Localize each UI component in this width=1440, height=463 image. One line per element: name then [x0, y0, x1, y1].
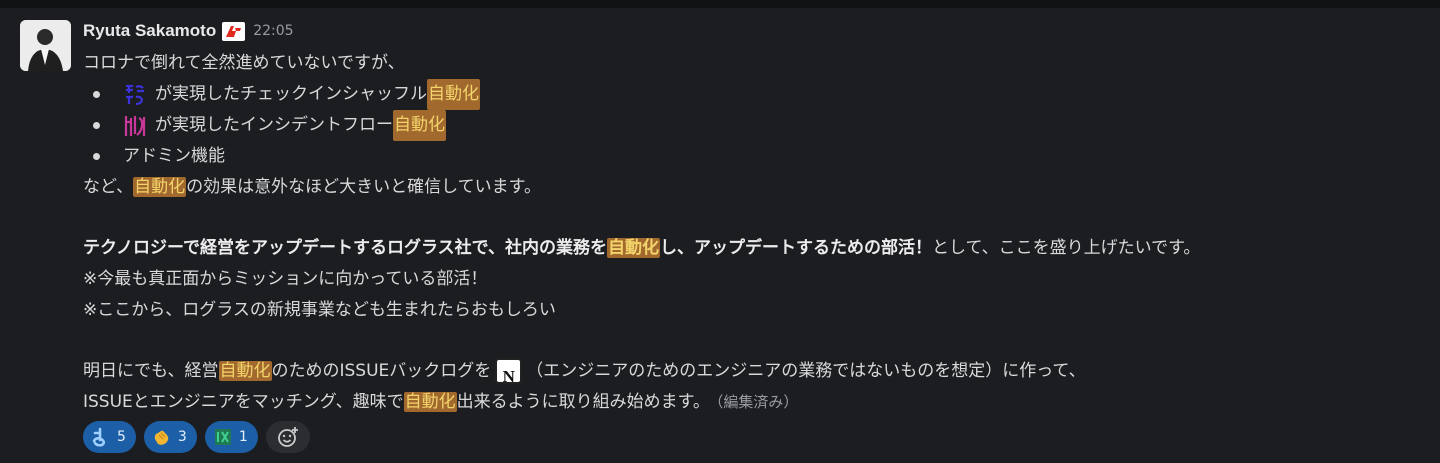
list-item: が実現したインシデントフロー 自動化	[83, 110, 1423, 141]
text-segment: 明日にでも、経営	[83, 361, 219, 381]
reactions-bar: 5 3 1	[83, 421, 310, 453]
list-item-text: アドミン機能	[123, 146, 225, 166]
text-line: 明日にでも、経営自動化のためのISSUEバックログを N （エンジニアのためのエンジ…	[83, 356, 1423, 387]
highlight-keyword: 自動化	[133, 177, 187, 197]
text-segment: 出来るように取り組み始めます。	[456, 392, 710, 412]
clap-emoji-icon	[154, 430, 169, 445]
text-segment: （エンジニアのためのエンジニアの業務ではないものを想定）に作って、	[526, 361, 1086, 381]
text-line: テクノロジーで経営をアップデートするログラス社で、社内の業務を自動化し、アップデ…	[83, 233, 1423, 264]
list-item: アドミン機能	[83, 141, 1423, 172]
text-line: コロナで倒れて全然進めていないですが、	[83, 53, 405, 73]
reaction-yo[interactable]: 5	[83, 421, 136, 453]
custom-green-emoji-icon	[214, 429, 231, 445]
list-item-text: が実現したインシデントフロー	[155, 115, 393, 135]
company-logo-icon[interactable]	[222, 21, 246, 41]
top-strip	[0, 0, 1440, 8]
text-segment: など、	[83, 177, 134, 197]
message-body: コロナで倒れて全然進めていないですが、 が実現したチェックインシャッフル 自動化 …	[83, 48, 1423, 418]
highlight-keyword: 自動化	[393, 110, 446, 141]
text-line: ※ここから、ログラスの新規事業なども生まれたらおもしろい	[83, 300, 556, 320]
text-line: など、自動化の効果は意外なほど大きいと確信しています。	[83, 172, 1423, 203]
reaction-clap[interactable]: 3	[143, 421, 197, 453]
bullet-dot	[93, 153, 100, 160]
bullet-dot	[93, 91, 100, 98]
notion-letter: N	[502, 367, 515, 386]
reaction-custom-green[interactable]: 1	[204, 421, 258, 453]
bold-text: し、アップデートするための部活！	[659, 238, 932, 258]
notion-icon[interactable]: N	[495, 358, 523, 386]
add-reaction-button[interactable]	[265, 421, 310, 453]
highlight-keyword: 自動化	[606, 238, 660, 258]
bullet-dot	[93, 122, 100, 129]
author-name[interactable]: Ryuta Sakamoto	[83, 21, 216, 41]
message: Ryuta Sakamoto 22:05 コロナで倒れて全然進めていないですが、…	[0, 8, 1440, 463]
text-segment: として、ここを盛り上げたいです。	[931, 238, 1201, 258]
highlight-keyword: 自動化	[427, 79, 480, 110]
text-segment: の効果は意外なほど大きいと確信しています。	[186, 177, 541, 197]
highlight-keyword: 自動化	[403, 392, 457, 412]
text-segment: ISSUEとエンジニアをマッチング、趣味で	[83, 392, 404, 412]
timestamp[interactable]: 22:05	[253, 23, 293, 39]
add-reaction-icon	[277, 427, 298, 447]
message-header: Ryuta Sakamoto 22:05	[83, 20, 294, 42]
edited-label: （編集済み）	[715, 393, 799, 411]
text-line: ※今最も真正面からミッションに向かっている部活！	[83, 269, 488, 289]
reaction-count: 5	[117, 429, 126, 445]
yo-emoji-icon	[92, 427, 106, 447]
custom-emoji-sugoi-icon[interactable]	[123, 83, 147, 107]
highlight-keyword: 自動化	[218, 361, 272, 381]
avatar[interactable]	[20, 20, 71, 71]
list-item-text: が実現したチェックインシャッフル	[155, 84, 427, 104]
avatar-photo-icon	[20, 20, 71, 71]
bold-text: テクノロジーで経営をアップデートするログラス社で、社内の業務を	[83, 238, 607, 258]
custom-emoji-pink-icon[interactable]	[123, 114, 147, 138]
reaction-count: 1	[238, 429, 248, 445]
reaction-count: 3	[177, 429, 187, 445]
list-item: が実現したチェックインシャッフル 自動化	[83, 79, 1423, 110]
text-line: ISSUEとエンジニアをマッチング、趣味で自動化出来るように取り組み始めます。 （…	[83, 387, 1423, 418]
text-segment: のためのISSUEバックログを	[271, 361, 492, 381]
